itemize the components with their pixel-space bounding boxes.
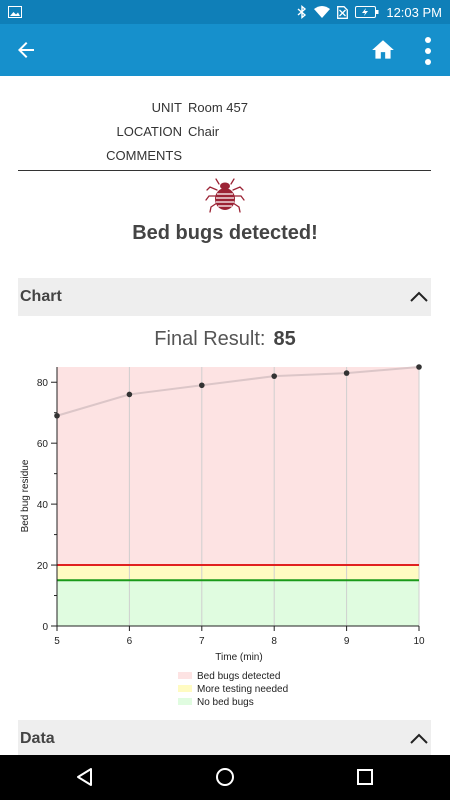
y-tick-label: 0 <box>42 622 48 633</box>
y-tick-label: 80 <box>37 378 49 389</box>
no-sim-icon <box>337 5 349 19</box>
data-point <box>54 412 60 419</box>
x-tick-label: 10 <box>413 636 425 647</box>
x-tick-label: 8 <box>271 636 277 647</box>
result-heading: Bed bugs detected! <box>132 222 318 244</box>
data-section-header[interactable]: Data <box>18 720 431 758</box>
chevron-up-icon[interactable] <box>409 288 429 306</box>
bed-bug-icon <box>205 178 245 213</box>
y-tick-label: 40 <box>37 500 49 511</box>
residue-chart: 0 20 40 60 80 5 6 7 8 9 10 Time (min) Bed bug resi… <box>20 364 425 708</box>
image-notification-icon <box>8 6 22 18</box>
data-point <box>416 364 422 370</box>
y-axis-label: Bed bug residue <box>20 459 31 532</box>
battery-charging-icon <box>355 6 379 18</box>
location-value: Chair <box>188 124 220 139</box>
wifi-icon <box>314 6 331 18</box>
chart-container: 0 20 40 60 80 5 6 7 8 9 10 Time (min) Bed bug resi… <box>18 349 431 713</box>
legend-swatch <box>178 685 192 692</box>
y-tick-label: 60 <box>37 439 49 450</box>
zone-0 <box>57 367 419 566</box>
unit-label: UNIT <box>151 100 182 115</box>
system-navigation-bar <box>0 755 450 800</box>
legend-swatch <box>178 672 192 679</box>
comments-label: COMMENTS <box>106 148 182 163</box>
unit-row: UNIT Room 457 <box>0 96 450 120</box>
data-point <box>199 382 205 389</box>
location-row: LOCATION Chair <box>0 120 450 144</box>
x-axis-label: Time (min) <box>215 652 262 663</box>
chevron-up-icon[interactable] <box>409 730 429 748</box>
status-bar: 12:03 PM <box>0 0 450 24</box>
info-section: UNIT Room 457 LOCATION Chair COMMENTS <box>0 96 450 168</box>
y-tick-label: 20 <box>37 561 49 572</box>
zone-2 <box>57 580 419 626</box>
x-tick-label: 7 <box>199 636 205 647</box>
final-result-value: 85 <box>273 328 296 350</box>
divider <box>18 170 431 171</box>
data-point <box>126 391 133 398</box>
bluetooth-icon <box>297 5 307 19</box>
legend-label: No bed bugs <box>197 697 254 708</box>
legend-swatch <box>178 698 192 705</box>
zone-1 <box>57 565 419 581</box>
home-icon[interactable] <box>370 37 396 63</box>
more-vert-icon[interactable] <box>420 36 436 66</box>
nav-recents-icon[interactable] <box>354 766 376 788</box>
chart-section-header[interactable]: Chart <box>18 278 431 316</box>
location-label: LOCATION <box>116 124 183 139</box>
x-tick-label: 9 <box>344 636 350 647</box>
app-bar <box>0 24 450 76</box>
nav-home-icon[interactable] <box>214 766 236 788</box>
arrow-back-icon[interactable] <box>14 38 38 62</box>
chart-section-title: Chart <box>20 288 62 305</box>
legend-label: More testing needed <box>197 684 288 695</box>
x-tick-label: 5 <box>54 636 60 647</box>
status-time: 12:03 PM <box>386 4 442 20</box>
data-section-title: Data <box>20 730 55 747</box>
unit-value: Room 457 <box>188 100 248 115</box>
final-result-label: Final Result: <box>154 328 266 350</box>
final-result: Final Result: 85 <box>0 328 450 351</box>
data-point <box>343 370 350 376</box>
comments-row: COMMENTS <box>0 144 450 168</box>
legend-label: Bed bugs detected <box>197 671 280 682</box>
x-tick-label: 6 <box>127 636 133 647</box>
data-point <box>271 373 277 379</box>
nav-back-icon[interactable] <box>74 766 96 788</box>
